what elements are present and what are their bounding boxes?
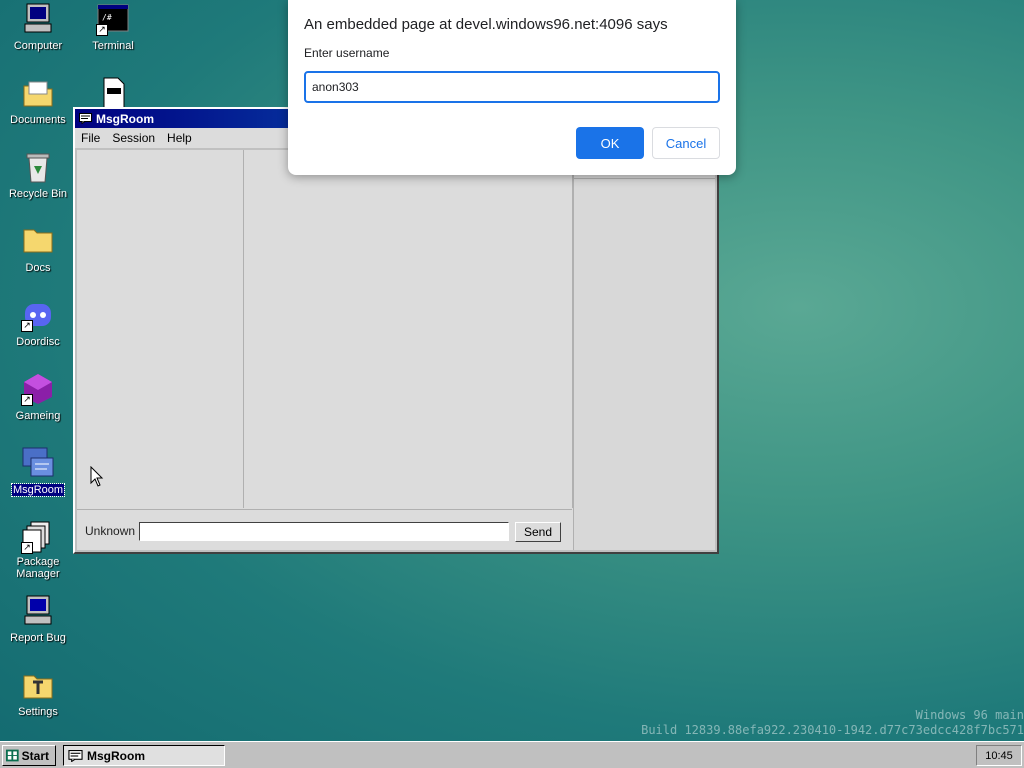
dialog-title: An embedded page at devel.windows96.net:… bbox=[304, 16, 668, 33]
shortcut-arrow-icon: ↗ bbox=[21, 394, 33, 406]
recycle-bin-icon bbox=[21, 150, 55, 184]
taskbar-item-msgroom[interactable]: MsgRoom bbox=[63, 745, 225, 766]
desktop-icon-label: Doordisc bbox=[16, 336, 60, 348]
username-label: Unknown bbox=[85, 524, 136, 538]
desktop-icon-label: Report Bug bbox=[10, 632, 66, 644]
file-icon bbox=[96, 76, 130, 110]
message-input-row: Unknown Send bbox=[77, 509, 572, 550]
desktop-icon-documents[interactable]: Documents bbox=[3, 76, 73, 126]
desktop-icon-doordisc[interactable]: ↗ Doordisc bbox=[3, 298, 73, 348]
message-list-pane[interactable] bbox=[244, 150, 573, 508]
watermark-line1: Windows 96 main bbox=[915, 708, 1024, 722]
settings-icon bbox=[21, 668, 55, 702]
menu-help[interactable]: Help bbox=[161, 131, 198, 145]
gameing-icon: ↗ bbox=[21, 372, 55, 406]
cancel-button[interactable]: Cancel bbox=[652, 127, 720, 159]
desktop-icon-report-bug[interactable]: Report Bug bbox=[3, 594, 73, 644]
svg-text:/#: /# bbox=[102, 13, 112, 22]
shortcut-arrow-icon: ↗ bbox=[21, 542, 33, 554]
desktop-icon-gameing[interactable]: ↗ Gameing bbox=[3, 372, 73, 422]
desktop-icon-computer[interactable]: Computer bbox=[3, 2, 73, 52]
system-tray-clock[interactable]: 10:45 bbox=[976, 745, 1022, 766]
documents-icon bbox=[21, 76, 55, 110]
desktop-icon-settings[interactable]: Settings bbox=[3, 668, 73, 718]
desktop-icon-msgroom[interactable]: MsgRoom bbox=[3, 446, 73, 497]
send-button[interactable]: Send bbox=[515, 522, 561, 542]
menu-session[interactable]: Session bbox=[106, 131, 161, 145]
desktop-icon-label: Documents bbox=[10, 114, 66, 126]
desktop-icon-label: Docs bbox=[25, 262, 51, 274]
desktop-icon-label: Settings bbox=[18, 706, 58, 718]
start-button[interactable]: Start bbox=[2, 745, 56, 766]
desktop-icon-label: MsgRoom bbox=[10, 483, 66, 497]
desktop-icon-docs[interactable]: Docs bbox=[3, 224, 73, 274]
right-panel bbox=[573, 150, 715, 550]
shortcut-arrow-icon: ↗ bbox=[96, 24, 108, 36]
desktop-icon-recycle-bin[interactable]: Recycle Bin bbox=[3, 150, 73, 200]
folder-icon bbox=[21, 224, 55, 258]
report-bug-icon bbox=[21, 594, 55, 628]
desktop-icon-package-manager[interactable]: ↗ Package Manager bbox=[3, 520, 73, 580]
taskbar: Start MsgRoom 10:45 bbox=[0, 741, 1024, 768]
dialog-label: Enter username bbox=[304, 46, 390, 60]
doordisc-icon: ↗ bbox=[21, 298, 55, 332]
window-body: Unknown Send bbox=[77, 150, 715, 550]
msgroom-icon bbox=[79, 113, 92, 124]
msgroom-icon bbox=[68, 749, 83, 762]
window-title: MsgRoom bbox=[96, 111, 154, 126]
ok-button[interactable]: OK bbox=[576, 127, 644, 159]
username-input[interactable] bbox=[304, 71, 720, 103]
desktop-icon-terminal[interactable]: /# ↗ Terminal bbox=[78, 2, 148, 52]
prompt-dialog: An embedded page at devel.windows96.net:… bbox=[288, 0, 736, 175]
clock-text: 10:45 bbox=[985, 749, 1013, 762]
desktop-icon-label: Recycle Bin bbox=[8, 188, 68, 200]
start-label: Start bbox=[21, 748, 49, 763]
computer-icon bbox=[21, 2, 55, 36]
msgroom-icon bbox=[21, 446, 55, 480]
shortcut-arrow-icon: ↗ bbox=[21, 320, 33, 332]
package-manager-icon: ↗ bbox=[21, 520, 55, 554]
mouse-cursor-icon bbox=[90, 466, 104, 487]
terminal-icon: /# ↗ bbox=[96, 2, 130, 36]
desktop-icon-label: Package Manager bbox=[16, 556, 60, 580]
menu-file[interactable]: File bbox=[75, 131, 106, 145]
desktop-icon-label: Terminal bbox=[92, 40, 134, 52]
taskbar-item-label: MsgRoom bbox=[87, 748, 145, 763]
desktop-icon-label: Computer bbox=[13, 40, 63, 52]
user-list-pane[interactable] bbox=[77, 150, 244, 508]
watermark-line2: Build 12839.88efa922.230410-1942.d77c73e… bbox=[641, 723, 1024, 737]
desktop-icon-label: Gameing bbox=[15, 410, 61, 422]
message-input[interactable] bbox=[139, 522, 509, 541]
build-watermark: Windows 96 main Build 12839.88efa922.230… bbox=[624, 708, 1024, 738]
start-logo-icon bbox=[6, 749, 19, 762]
